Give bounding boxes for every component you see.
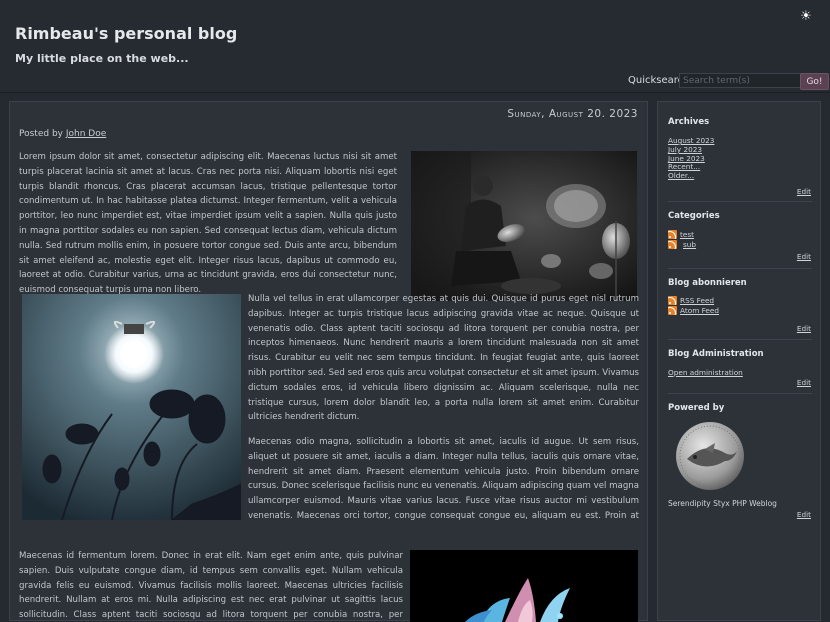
powered-by-text: Serendipity Styx PHP Weblog (668, 499, 777, 508)
divider (668, 339, 812, 340)
archives-edit-link[interactable]: Edit (797, 187, 811, 196)
open-admin-link[interactable]: Open administration (668, 368, 743, 377)
flower-lightbulb-photo (22, 294, 241, 520)
divider (668, 201, 812, 202)
post-date: Sunday, August 20. 2023 (507, 108, 638, 120)
subscribe-edit-link[interactable]: Edit (797, 324, 811, 333)
subscribe-title: Blog abonnieren (668, 278, 747, 288)
rss-icon[interactable] (668, 296, 677, 305)
rss-feed-link[interactable]: RSS Feed (680, 296, 714, 305)
post-paragraph: Nulla vel tellus in erat ullamcorper ege… (248, 294, 639, 423)
serendipity-logo-icon[interactable] (675, 421, 745, 491)
category-link[interactable]: test (680, 230, 694, 239)
drummer-photo (411, 151, 637, 301)
posted-by-prefix: Posted by (19, 129, 63, 139)
categories-edit-link[interactable]: Edit (797, 252, 811, 261)
post-paragraph: Maecenas id fermentum lorem. Donec in er… (19, 551, 403, 621)
categories-title: Categories (668, 211, 720, 221)
atom-icon[interactable] (668, 306, 677, 315)
powered-edit-link[interactable]: Edit (797, 510, 811, 519)
archive-link[interactable]: Older... (668, 171, 694, 180)
archive-link[interactable]: Recent... (668, 162, 700, 171)
site-header: Rimbeau's personal blog My little place … (0, 0, 830, 93)
blog-title[interactable]: Rimbeau's personal blog (15, 24, 237, 43)
powered-by-title: Powered by (668, 403, 725, 413)
post-paragraph: Maecenas odio magna, sollicitudin a lobo… (248, 437, 639, 521)
sidebar: Archives August 2023 July 2023 June 2023… (657, 101, 821, 621)
archive-link[interactable]: July 2023 (668, 145, 702, 154)
crystal-flower-photo (410, 550, 638, 622)
archives-title: Archives (668, 117, 710, 127)
blog-entry: Sunday, August 20. 2023 Posted by John D… (9, 101, 648, 622)
category-link[interactable]: sub (683, 240, 696, 249)
quicksearch-go-button[interactable]: Go! (800, 73, 829, 90)
divider (668, 393, 812, 394)
author-link[interactable]: John Doe (66, 129, 106, 139)
archive-link[interactable]: August 2023 (668, 136, 714, 145)
quicksearch-input[interactable] (679, 73, 802, 88)
divider (668, 268, 812, 269)
admin-edit-link[interactable]: Edit (797, 378, 811, 387)
rss-icon[interactable] (668, 230, 677, 239)
rss-icon[interactable] (668, 240, 677, 249)
posted-by: Posted by John Doe (19, 129, 106, 139)
admin-title: Blog Administration (668, 349, 764, 359)
sun-icon[interactable]: ☀ (796, 6, 816, 26)
blog-subtitle: My little place on the web... (15, 52, 189, 65)
post-paragraph: Lorem ipsum dolor sit amet, consectetur … (19, 152, 397, 296)
atom-feed-link[interactable]: Atom Feed (680, 306, 719, 315)
